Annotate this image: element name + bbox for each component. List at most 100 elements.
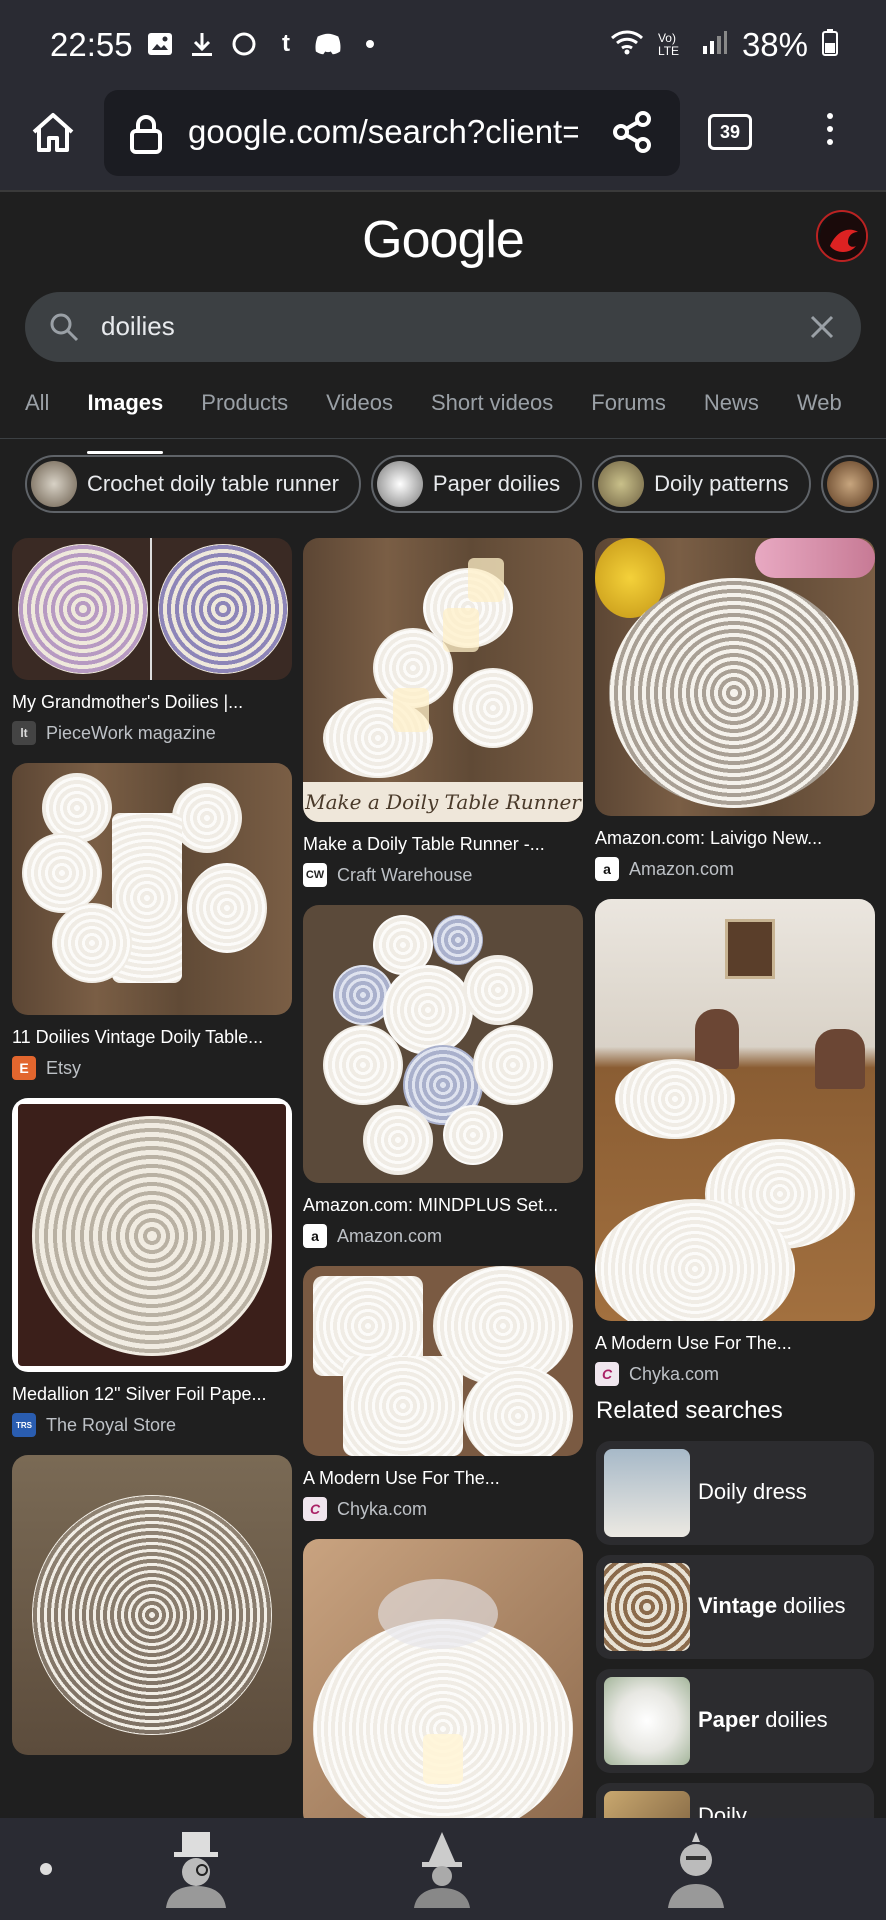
overflow-menu-button[interactable] bbox=[822, 108, 838, 158]
share-button[interactable] bbox=[610, 110, 654, 154]
chip-doily-patterns[interactable]: Doily patterns bbox=[592, 455, 811, 513]
tab-news[interactable]: News bbox=[704, 384, 759, 444]
tab-all[interactable]: All bbox=[25, 384, 49, 444]
tab-web[interactable]: Web bbox=[797, 384, 842, 444]
url-bar[interactable]: google.com/search?client= bbox=[104, 90, 680, 176]
result-source[interactable]: CW Craft Warehouse bbox=[303, 863, 583, 887]
chip-thumbnail bbox=[31, 461, 77, 507]
result-image[interactable] bbox=[12, 763, 292, 1015]
page-indicator-dot bbox=[40, 1863, 52, 1875]
google-logo[interactable]: Google bbox=[0, 210, 886, 270]
related-label: Doily dress bbox=[698, 1479, 807, 1504]
related-search-paper-doilies[interactable]: Paper doilies bbox=[596, 1669, 874, 1773]
home-button[interactable] bbox=[28, 108, 78, 158]
image-result[interactable]: Make a Doily Table Runner Make a Doily T… bbox=[303, 538, 583, 887]
result-caption[interactable]: 11 Doilies Vintage Doily Table... bbox=[12, 1027, 292, 1048]
monocle-gentleman-icon[interactable] bbox=[158, 1830, 234, 1908]
chip-more[interactable] bbox=[820, 455, 879, 513]
related-search-doily-dress[interactable]: Doily dress bbox=[596, 1441, 874, 1545]
network-label: Vo) LTE bbox=[657, 31, 680, 58]
chip-paper-doilies[interactable]: Paper doilies bbox=[370, 455, 583, 513]
image-result[interactable]: My Grandmother's Doilies |... lt PieceWo… bbox=[12, 538, 292, 745]
tab-switcher-button[interactable]: 39 bbox=[708, 114, 752, 150]
result-caption[interactable]: Medallion 12" Silver Foil Pape... bbox=[12, 1384, 292, 1405]
result-source[interactable]: lt PieceWork magazine bbox=[12, 721, 292, 745]
clear-search-icon[interactable] bbox=[805, 310, 839, 344]
search-box[interactable]: doilies bbox=[25, 292, 861, 362]
source-name: Amazon.com bbox=[629, 858, 735, 879]
download-icon bbox=[188, 30, 216, 58]
results-column-1: My Grandmother's Doilies |... lt PieceWo… bbox=[12, 538, 292, 1771]
account-avatar[interactable] bbox=[816, 210, 868, 262]
result-caption[interactable]: Amazon.com: MINDPLUS Set... bbox=[303, 1195, 583, 1216]
tab-images[interactable]: Images bbox=[87, 384, 163, 454]
wizard-icon[interactable] bbox=[404, 1830, 480, 1908]
knight-icon[interactable] bbox=[658, 1830, 734, 1908]
result-image[interactable] bbox=[12, 538, 292, 680]
tab-forums[interactable]: Forums bbox=[591, 384, 666, 444]
result-image[interactable] bbox=[12, 1098, 292, 1372]
notification-icons: t bbox=[146, 30, 384, 58]
chip-thumbnail bbox=[598, 461, 645, 507]
result-caption[interactable]: Make a Doily Table Runner -... bbox=[303, 834, 583, 855]
browser-toolbar: google.com/search?client= 39 bbox=[0, 90, 886, 192]
image-result[interactable]: A Modern Use For The... C Chyka.com bbox=[595, 899, 875, 1386]
chip-crochet-doily-table-runner[interactable]: Crochet doily table runner bbox=[25, 455, 361, 513]
tabs-divider bbox=[0, 438, 886, 439]
result-image[interactable] bbox=[595, 538, 875, 816]
source-name: Chyka.com bbox=[337, 1498, 428, 1519]
source-name: The Royal Store bbox=[46, 1414, 177, 1435]
chip-label: Doily patterns bbox=[654, 471, 789, 496]
chyka-favicon: C bbox=[303, 1497, 327, 1521]
tab-products[interactable]: Products bbox=[201, 384, 288, 444]
result-image[interactable]: Make a Doily Table Runner bbox=[303, 538, 583, 822]
result-caption[interactable]: Amazon.com: Laivigo New... bbox=[595, 828, 875, 849]
result-source[interactable]: C Chyka.com bbox=[595, 1362, 875, 1386]
result-image[interactable] bbox=[303, 905, 583, 1183]
image-result[interactable]: Amazon.com: MINDPLUS Set... a Amazon.com bbox=[303, 905, 583, 1248]
craft-warehouse-favicon: CW bbox=[303, 863, 327, 887]
image-result[interactable]: A Modern Use For The... C Chyka.com bbox=[303, 1266, 583, 1521]
chip-thumbnail bbox=[376, 461, 423, 507]
related-thumbnail bbox=[604, 1791, 690, 1818]
result-source[interactable]: C Chyka.com bbox=[303, 1497, 583, 1521]
related-label: Vintage doilies bbox=[698, 1593, 846, 1618]
result-caption[interactable]: My Grandmother's Doilies |... bbox=[12, 692, 292, 713]
result-image[interactable] bbox=[595, 899, 875, 1321]
image-result[interactable] bbox=[303, 1539, 583, 1829]
related-searches-title: Related searches bbox=[596, 1397, 783, 1424]
tab-short-videos[interactable]: Short videos bbox=[431, 384, 553, 444]
result-image[interactable] bbox=[303, 1539, 583, 1829]
result-image[interactable] bbox=[303, 1266, 583, 1456]
lock-icon bbox=[130, 115, 162, 154]
result-caption[interactable]: A Modern Use For The... bbox=[303, 1468, 583, 1489]
image-result[interactable]: Medallion 12" Silver Foil Pape... TRS Th… bbox=[12, 1098, 292, 1437]
suggestion-chips: Crochet doily table runner Paper doilies… bbox=[25, 455, 879, 513]
result-source[interactable]: TRS The Royal Store bbox=[12, 1413, 292, 1437]
result-caption[interactable]: A Modern Use For The... bbox=[595, 1333, 875, 1354]
source-name: Amazon.com bbox=[337, 1225, 443, 1246]
url-text[interactable]: google.com/search?client= bbox=[188, 113, 578, 151]
related-label: Paper doilies bbox=[698, 1707, 828, 1732]
tumblr-icon: t bbox=[282, 30, 290, 57]
image-overlay-title: Make a Doily Table Runner bbox=[303, 782, 583, 822]
image-result[interactable]: 11 Doilies Vintage Doily Table... E Etsy bbox=[12, 763, 292, 1080]
result-image[interactable] bbox=[12, 1455, 292, 1755]
search-input[interactable]: doilies bbox=[101, 311, 175, 342]
related-search-doily[interactable]: Doily bbox=[596, 1783, 874, 1818]
source-name: PieceWork magazine bbox=[46, 722, 216, 743]
royal-store-favicon: TRS bbox=[12, 1413, 36, 1437]
chip-label: Crochet doily table runner bbox=[87, 471, 339, 496]
amazon-favicon: a bbox=[595, 857, 619, 881]
result-source[interactable]: E Etsy bbox=[12, 1056, 292, 1080]
result-source[interactable]: a Amazon.com bbox=[303, 1224, 583, 1248]
piecework-favicon: lt bbox=[12, 721, 36, 745]
gallery-icon bbox=[146, 30, 174, 58]
image-result[interactable] bbox=[12, 1455, 292, 1755]
search-icon bbox=[50, 313, 79, 342]
related-search-vintage-doilies[interactable]: Vintage doilies bbox=[596, 1555, 874, 1659]
result-source[interactable]: a Amazon.com bbox=[595, 857, 875, 881]
tab-videos[interactable]: Videos bbox=[326, 384, 393, 444]
image-result[interactable]: Amazon.com: Laivigo New... a Amazon.com bbox=[595, 538, 875, 881]
dot-icon bbox=[356, 30, 384, 58]
